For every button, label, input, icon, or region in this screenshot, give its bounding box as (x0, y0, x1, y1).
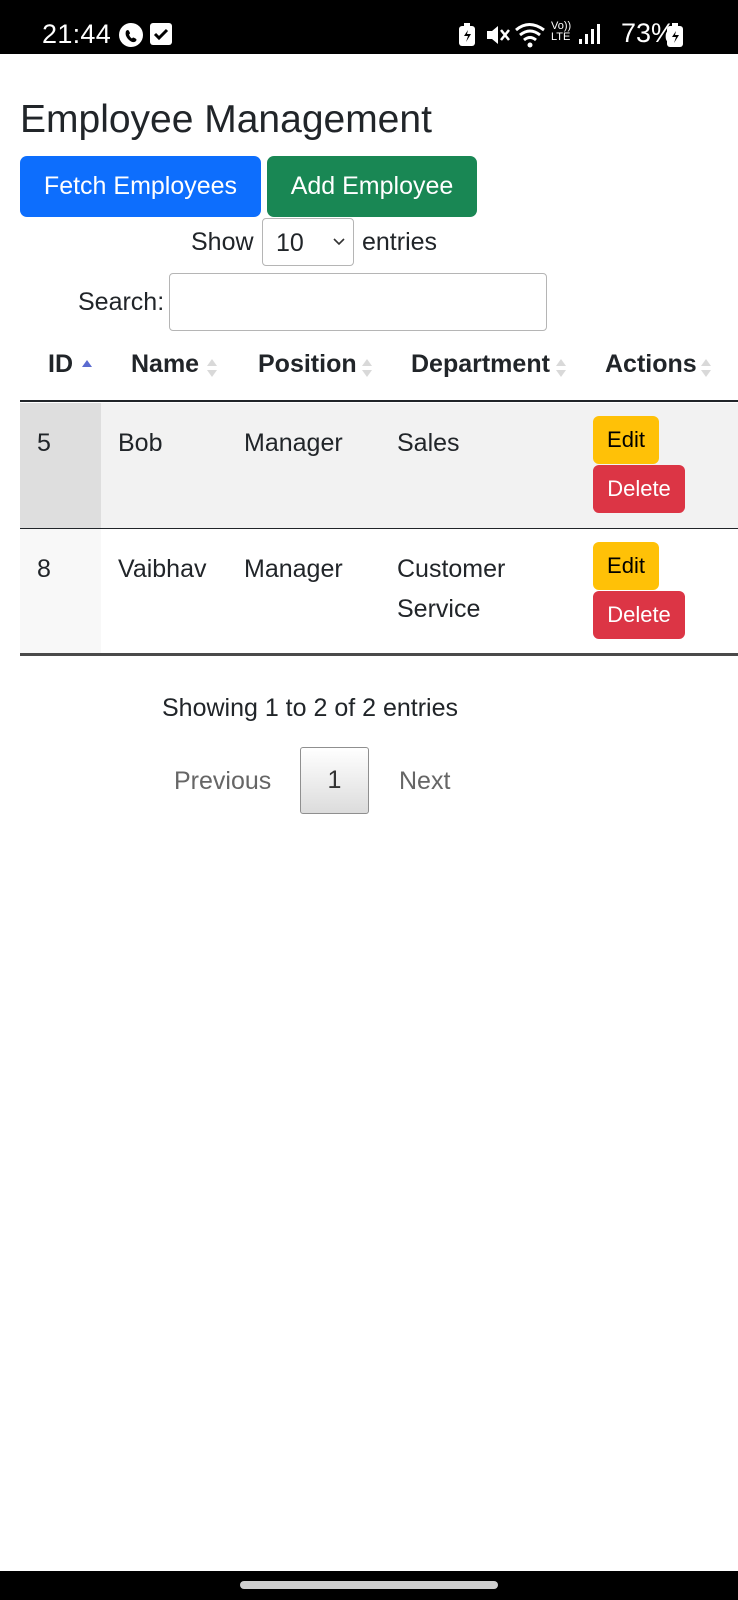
home-gesture-handle[interactable] (240, 1581, 498, 1589)
signal-icon (579, 24, 600, 44)
edit-button[interactable]: Edit (593, 416, 659, 464)
entries-label: entries (362, 228, 438, 256)
mute-icon (487, 26, 510, 44)
sort-both-icon (701, 359, 711, 377)
cell-position: Manager (244, 555, 343, 583)
cell-id: 5 (37, 429, 51, 457)
column-header-name[interactable]: Name (131, 350, 199, 379)
fetch-employees-button[interactable]: Fetch Employees (20, 156, 261, 217)
navigation-bar (0, 1571, 738, 1600)
sort-both-icon (556, 359, 566, 377)
pagination-previous[interactable]: Previous (174, 767, 271, 796)
cell-department: Customer Service (397, 555, 506, 623)
status-bar: 21:44 Vo)) LTE 73% (0, 0, 738, 54)
cell-id: 8 (37, 555, 51, 583)
table-row: 8 Vaibhav Manager Customer Service Edit … (20, 529, 738, 656)
table-info: Showing 1 to 2 of 2 entries (161, 694, 459, 722)
sort-ascending-icon (82, 360, 92, 367)
table-row: 5 Bob Manager Sales Edit Delete (20, 403, 738, 529)
search-input[interactable] (169, 273, 547, 331)
status-time: 21:44 (42, 19, 112, 49)
show-label: Show (191, 228, 254, 256)
column-header-department[interactable]: Department (411, 350, 550, 379)
chevron-down-icon (333, 238, 345, 246)
page-title: Employee Management (20, 98, 432, 141)
delete-button[interactable]: Delete (593, 591, 685, 639)
network-type-label: Vo)) LTE (551, 20, 572, 43)
entries-select-value: 10 (276, 229, 304, 257)
cell-name: Bob (118, 429, 163, 457)
id-cell-highlight (20, 529, 101, 653)
edit-button[interactable]: Edit (593, 542, 659, 590)
search-label: Search: (78, 288, 165, 316)
pagination-page-1[interactable]: 1 (300, 747, 369, 814)
delete-button[interactable]: Delete (593, 465, 685, 513)
wifi-icon (515, 23, 545, 48)
cell-name: Vaibhav (118, 555, 207, 583)
phone-call-icon (119, 23, 143, 47)
add-employee-button[interactable]: Add Employee (267, 156, 477, 217)
id-cell-highlight (20, 403, 101, 528)
battery-saver-icon (459, 23, 475, 46)
checkbox-notification-icon (150, 23, 172, 45)
column-header-actions[interactable]: Actions (605, 350, 697, 379)
pagination-next[interactable]: Next (399, 767, 450, 796)
table-header: ID Name Position Department Actions (20, 336, 738, 402)
sort-both-icon (207, 359, 217, 377)
entries-select[interactable]: 10 (262, 218, 354, 266)
column-header-id[interactable]: ID (48, 350, 73, 379)
entries-length-control: Show 10 entries (20, 218, 650, 268)
cell-department: Sales (397, 429, 460, 457)
cell-position: Manager (244, 429, 343, 457)
sort-both-icon (362, 359, 372, 377)
column-header-position[interactable]: Position (258, 350, 357, 379)
battery-charging-icon (667, 23, 683, 47)
